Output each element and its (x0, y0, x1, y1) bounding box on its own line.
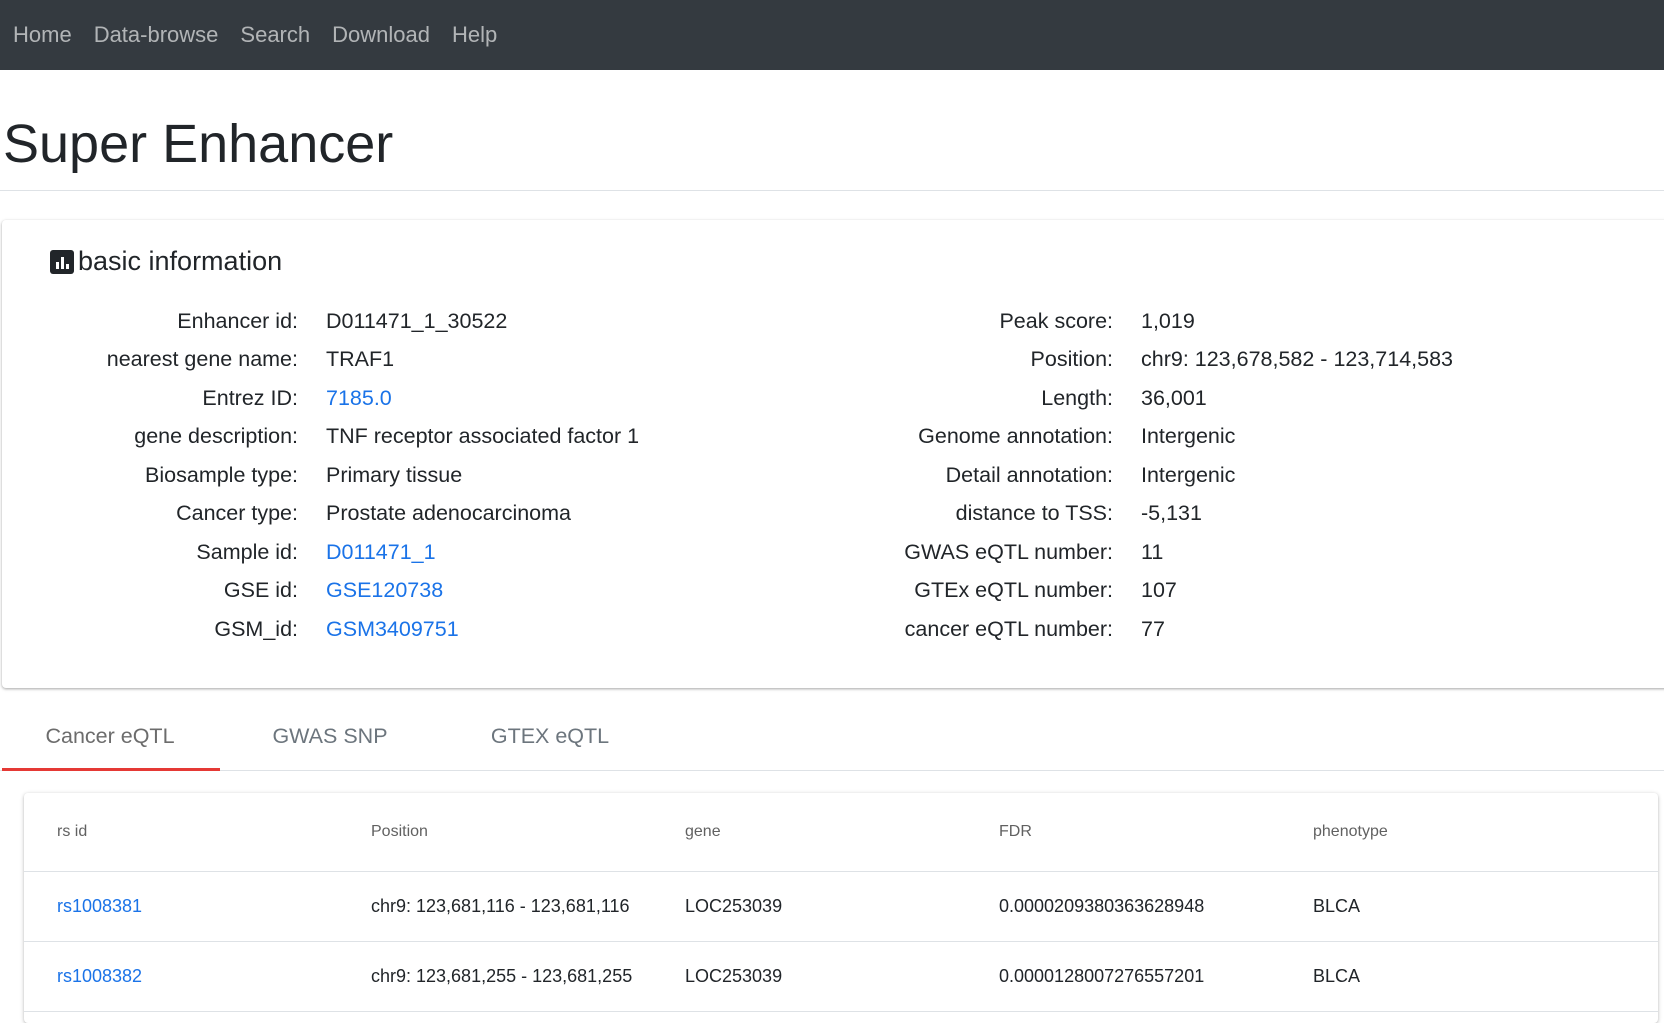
info-row-gtex-eqtl-number: GTEx eQTL number: 107 (822, 572, 1453, 611)
info-row-distance-to-tss: distance to TSS: -5,131 (822, 495, 1453, 534)
info-label: gene description: (134, 424, 298, 449)
top-navbar: Home Data-browse Search Download Help (0, 0, 1664, 70)
info-label: GTEx eQTL number: (914, 578, 1113, 603)
info-row-position: Position: chr9: 123,678,582 - 123,714,583 (822, 341, 1453, 380)
column-header-fdr[interactable]: FDR (966, 793, 1280, 872)
info-value: D011471_1_30522 (326, 308, 508, 333)
info-row-sample-id: Sample id: D011471_1 (4, 533, 639, 572)
tab-cancer-eqtl[interactable]: Cancer eQTL (0, 706, 220, 771)
info-value: TRAF1 (326, 347, 395, 372)
info-label: GSM_id: (214, 616, 298, 641)
info-value: 77 (1141, 616, 1165, 641)
nav-data-browse[interactable]: Data-browse (83, 22, 230, 48)
info-label: Cancer type: (176, 501, 298, 526)
nav-download[interactable]: Download (321, 22, 441, 48)
basic-information-card: basic information Enhancer id: D011471_1_… (2, 220, 1664, 688)
info-value: 107 (1141, 578, 1177, 603)
info-row-cancer-eqtl-number: cancer eQTL number: 77 (822, 610, 1453, 649)
info-row-length: Length: 36,001 (822, 379, 1453, 418)
info-value-link[interactable]: GSM3409751 (298, 617, 459, 642)
nav-help[interactable]: Help (441, 22, 508, 48)
info-right-column: Peak score: 1,019 Position: chr9: 123,678,5… (822, 302, 1453, 649)
column-header-position[interactable]: Position (338, 793, 652, 872)
table-cell-gene: LOC253039 (652, 871, 966, 942)
info-value-link[interactable]: 7185.0 (298, 386, 392, 411)
info-value: -5,131 (1141, 501, 1202, 526)
tab-gwas-snp[interactable]: GWAS SNP (220, 706, 440, 770)
info-value: 36,001 (1141, 385, 1207, 410)
table-row: rs1008382 chr9: 123,681,255 - 123,681,255… (24, 941, 1658, 1012)
info-row-enhancer-id: Enhancer id: D011471_1_30522 (4, 302, 639, 341)
info-label: cancer eQTL number: (904, 616, 1113, 641)
table-cell-phenotype: BLCA (1280, 871, 1658, 942)
info-value: 11 (1141, 539, 1164, 564)
eqtl-table-card: rs id Position gene FDR phenotype rs1008381 c… (24, 793, 1658, 1023)
title-divider (0, 190, 1664, 191)
info-row-gse-id: GSE id: GSE120738 (4, 572, 639, 611)
card-header: basic information (50, 246, 282, 277)
table-cell-fdr: 0.0000128007276557201 (966, 941, 1280, 1012)
info-value: Intergenic (1141, 462, 1236, 487)
info-label: Genome annotation: (918, 424, 1113, 449)
table-cell-fdr: 0.0000209380363628948 (966, 871, 1280, 942)
bar-chart-icon (50, 249, 74, 274)
info-label: GSE id: (223, 578, 298, 603)
info-value-link[interactable]: D011471_1 (298, 540, 436, 565)
info-value-link[interactable]: GSE120738 (298, 578, 443, 603)
table-body: rs1008381 chr9: 123,681,116 - 123,681,116… (24, 871, 1658, 1012)
column-header-gene[interactable]: gene (652, 793, 966, 872)
page-title: Super Enhancer (3, 114, 394, 174)
info-label: Peak score: (999, 308, 1113, 333)
info-row-gwas-eqtl-number: GWAS eQTL number: 11 (822, 533, 1453, 572)
info-value: Primary tissue (326, 462, 463, 487)
info-label: nearest gene name: (106, 347, 298, 372)
tab-bar: Cancer eQTL GWAS SNP GTEX eQTL (0, 706, 1664, 771)
info-value: TNF receptor associated factor 1 (326, 424, 640, 449)
column-header-phenotype[interactable]: phenotype (1280, 793, 1658, 872)
info-label: Length: (1041, 385, 1113, 410)
info-left-column: Enhancer id: D011471_1_30522nearest gene … (4, 302, 639, 649)
info-value: Prostate adenocarcinoma (326, 501, 572, 526)
table-row: rs1008381 chr9: 123,681,116 - 123,681,116… (24, 871, 1658, 942)
info-label: distance to TSS: (955, 501, 1113, 526)
eqtl-table: rs id Position gene FDR phenotype rs1008381 c… (24, 793, 1658, 1012)
info-row-nearest-gene-name: nearest gene name: TRAF1 (4, 341, 639, 380)
info-row-detail-annotation: Detail annotation: Intergenic (822, 456, 1453, 495)
info-label: GWAS eQTL number: (904, 539, 1113, 564)
nav-search[interactable]: Search (229, 22, 321, 48)
table-cell-position: chr9: 123,681,255 - 123,681,255 (338, 941, 652, 1012)
rs-id-link[interactable]: rs1008381 (24, 871, 338, 942)
info-row-biosample-type: Biosample type: Primary tissue (4, 456, 639, 495)
info-row-cancer-type: Cancer type: Prostate adenocarcinoma (4, 495, 639, 534)
info-row-entrez-id: Entrez ID: 7185.0 (4, 379, 639, 418)
table-header-row: rs id Position gene FDR phenotype (24, 793, 1658, 872)
info-row-gene-description: gene description: TNF receptor associated… (4, 418, 639, 457)
table-cell-position: chr9: 123,681,116 - 123,681,116 (338, 871, 652, 942)
info-label: Biosample type: (145, 462, 298, 487)
info-value: 1,019 (1141, 308, 1195, 333)
info-label: Enhancer id: (177, 308, 298, 333)
card-title: basic information (78, 246, 283, 276)
info-label: Detail annotation: (945, 462, 1113, 487)
nav-home[interactable]: Home (2, 22, 83, 48)
column-header-rs-id[interactable]: rs id (24, 793, 338, 872)
tab-gtex-eqtl[interactable]: GTEX eQTL (440, 706, 660, 770)
info-label: Sample id: (196, 539, 298, 564)
info-label: Position: (1030, 347, 1113, 372)
rs-id-link[interactable]: rs1008382 (24, 941, 338, 1012)
info-row-gsm-id: GSM_id: GSM3409751 (4, 610, 639, 649)
table-cell-phenotype: BLCA (1280, 941, 1658, 1012)
info-label: Entrez ID: (202, 385, 298, 410)
info-row-peak-score: Peak score: 1,019 (822, 302, 1453, 341)
table-cell-gene: LOC253039 (652, 941, 966, 1012)
info-value: Intergenic (1141, 424, 1236, 449)
info-value: chr9: 123,678,582 - 123,714,583 (1141, 347, 1454, 372)
info-row-genome-annotation: Genome annotation: Intergenic (822, 418, 1453, 457)
